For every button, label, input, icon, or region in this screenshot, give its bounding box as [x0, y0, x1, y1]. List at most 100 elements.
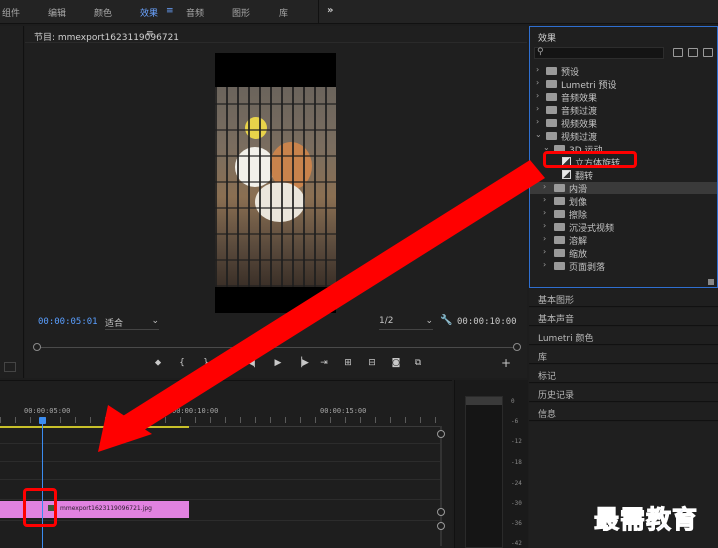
extract-icon[interactable]: ⊟	[365, 356, 379, 370]
folder-icon	[554, 236, 565, 244]
tree-folder-zoom[interactable]: › 缩放	[530, 247, 717, 260]
scroll-handle-top[interactable]	[437, 430, 445, 438]
monitor-scrubber[interactable]	[33, 342, 521, 352]
folder-icon	[554, 262, 565, 270]
folder-icon	[546, 106, 557, 114]
program-monitor: 节目: mmexport1623119096721 ≡ 00:00:05:01 …	[25, 26, 527, 378]
tree-folder-dissolve[interactable]: › 溶解	[530, 234, 717, 247]
button-editor-plus-icon[interactable]: +	[499, 356, 513, 370]
meter-label: -36	[511, 520, 522, 527]
timeline-panel: 00:00:05:00 00:00:10:00 00:00:15:00 mmex…	[0, 380, 452, 548]
resolution-value: 1/2	[379, 316, 394, 326]
tree-label: 页面剥落	[569, 263, 606, 273]
tree-label: 内滑	[569, 185, 588, 195]
ruler-timecode: 00:00:15:00	[320, 407, 367, 415]
step-back-icon[interactable]: ◀▏	[247, 356, 261, 370]
tree-folder-video-transitions[interactable]: ⌄ 视频过渡	[530, 130, 717, 143]
tree-folder-wipe[interactable]: › 擦除	[530, 208, 717, 221]
tree-folder-presets[interactable]: › 预设	[530, 65, 717, 78]
scrub-end-handle[interactable]	[513, 343, 521, 351]
tree-folder-audio-effects[interactable]: › 音频效果	[530, 91, 717, 104]
workspace-tab-graphics[interactable]: 图形	[232, 6, 250, 19]
panel-info[interactable]: 信息	[529, 403, 718, 421]
go-to-out-icon[interactable]: ⇥	[317, 356, 331, 370]
scrub-start-handle[interactable]	[33, 343, 41, 351]
workspace-overflow-icon[interactable]: »	[327, 5, 333, 16]
effects-search-input[interactable]: ⚲	[534, 47, 664, 59]
track-divider	[0, 443, 440, 444]
workspace-tab-libraries[interactable]: 库	[279, 6, 288, 19]
wrench-icon[interactable]: 🔧	[440, 315, 452, 326]
tree-folder-immersive-video[interactable]: › 沉浸式视频	[530, 221, 717, 234]
effects-panel-title[interactable]: 效果	[538, 31, 556, 44]
panel-label: Lumetri 颜色	[538, 334, 594, 344]
compare-view-icon[interactable]: ⧉	[411, 356, 425, 370]
meter-label: -42	[511, 540, 522, 547]
panel-resize-handle[interactable]	[708, 279, 714, 285]
tree-folder-page-peel[interactable]: › 页面剥落	[530, 260, 717, 273]
tree-folder-video-effects[interactable]: › 视频效果	[530, 117, 717, 130]
step-forward-icon[interactable]: ▕▶	[295, 356, 309, 370]
chevron-right-icon: ›	[536, 104, 540, 113]
panel-libraries[interactable]: 库	[529, 346, 718, 364]
zoom-fit-select[interactable]: 适合 ⌄	[105, 316, 159, 329]
tree-label: 视频效果	[561, 120, 598, 130]
playhead-line	[42, 423, 43, 548]
chevron-right-icon: ›	[536, 117, 540, 126]
video-preview[interactable]	[215, 53, 336, 313]
panel-markers[interactable]: 标记	[529, 365, 718, 383]
panel-lumetri-color[interactable]: Lumetri 颜色	[529, 327, 718, 345]
32bit-effects-icon[interactable]	[688, 48, 698, 57]
chevron-down-icon: ⌄	[425, 316, 433, 326]
workspace-tab-assembly[interactable]: 组件	[2, 6, 20, 19]
tree-folder-audio-transitions[interactable]: › 音频过渡	[530, 104, 717, 117]
tree-folder-iris[interactable]: › 划像	[530, 195, 717, 208]
tree-folder-slide[interactable]: › 内滑	[530, 182, 717, 195]
panel-label: 基本声音	[538, 315, 575, 325]
scroll-handle-bottom[interactable]	[437, 522, 445, 530]
panel-essential-sound[interactable]: 基本声音	[529, 308, 718, 326]
work-area-bar[interactable]	[0, 426, 189, 428]
tree-folder-lumetri-presets[interactable]: › Lumetri 预设	[530, 78, 717, 91]
program-monitor-menu-icon[interactable]: ≡	[146, 29, 154, 39]
panel-label: 历史记录	[538, 391, 575, 401]
playback-resolution-select[interactable]: 1/2 ⌄	[379, 316, 433, 328]
transition-effect-icon	[562, 170, 571, 179]
chevron-right-icon: ›	[543, 182, 547, 191]
cage-bars	[215, 87, 336, 287]
chevron-right-icon: ›	[543, 195, 547, 204]
lift-icon[interactable]: ⊞	[341, 356, 355, 370]
workspace-tab-editing[interactable]: 编辑	[48, 6, 66, 19]
workspace-tab-color[interactable]: 颜色	[94, 6, 112, 19]
export-frame-icon[interactable]	[4, 362, 16, 372]
meter-label: -24	[511, 480, 522, 487]
tree-effect-flip-over[interactable]: 翻转	[530, 169, 717, 182]
meter-label: 0	[511, 398, 515, 405]
folder-icon	[546, 132, 557, 140]
workspace-tab-audio[interactable]: 音频	[186, 6, 204, 19]
go-to-in-icon[interactable]: ⇤	[223, 356, 237, 370]
play-icon[interactable]: ▶	[271, 356, 285, 370]
mark-out-icon[interactable]: }	[199, 356, 213, 370]
duration-timecode: 00:00:10:00	[457, 317, 517, 327]
mark-in-icon[interactable]: {	[175, 356, 189, 370]
panel-essential-graphics[interactable]: 基本图形	[529, 289, 718, 307]
accelerated-effects-icon[interactable]	[673, 48, 683, 57]
camera-icon[interactable]: ◙	[389, 356, 403, 370]
chevron-right-icon: ›	[536, 78, 540, 87]
chevron-right-icon: ›	[543, 208, 547, 217]
timeline-ruler[interactable]	[0, 417, 440, 423]
add-marker-icon[interactable]: ⬥	[151, 356, 165, 370]
workspace-menu-icon[interactable]: ≡	[166, 6, 174, 16]
panel-history[interactable]: 历史记录	[529, 384, 718, 402]
folder-icon	[554, 249, 565, 257]
tree-label: 预设	[561, 68, 580, 78]
yuv-effects-icon[interactable]	[703, 48, 713, 57]
transport-controls: ⬥ { } ⇤ ◀▏ ▶ ▕▶ ⇥ ⊞ ⊟ ◙ ⧉ +	[25, 356, 527, 370]
meter-label: -30	[511, 500, 522, 507]
scroll-handle-mid[interactable]	[437, 508, 445, 516]
workspace-tab-effects[interactable]: 效果	[140, 6, 158, 19]
playhead-timecode[interactable]: 00:00:05:01	[38, 317, 98, 327]
panel-label: 信息	[538, 410, 557, 420]
tree-label: 视频过渡	[561, 133, 598, 143]
